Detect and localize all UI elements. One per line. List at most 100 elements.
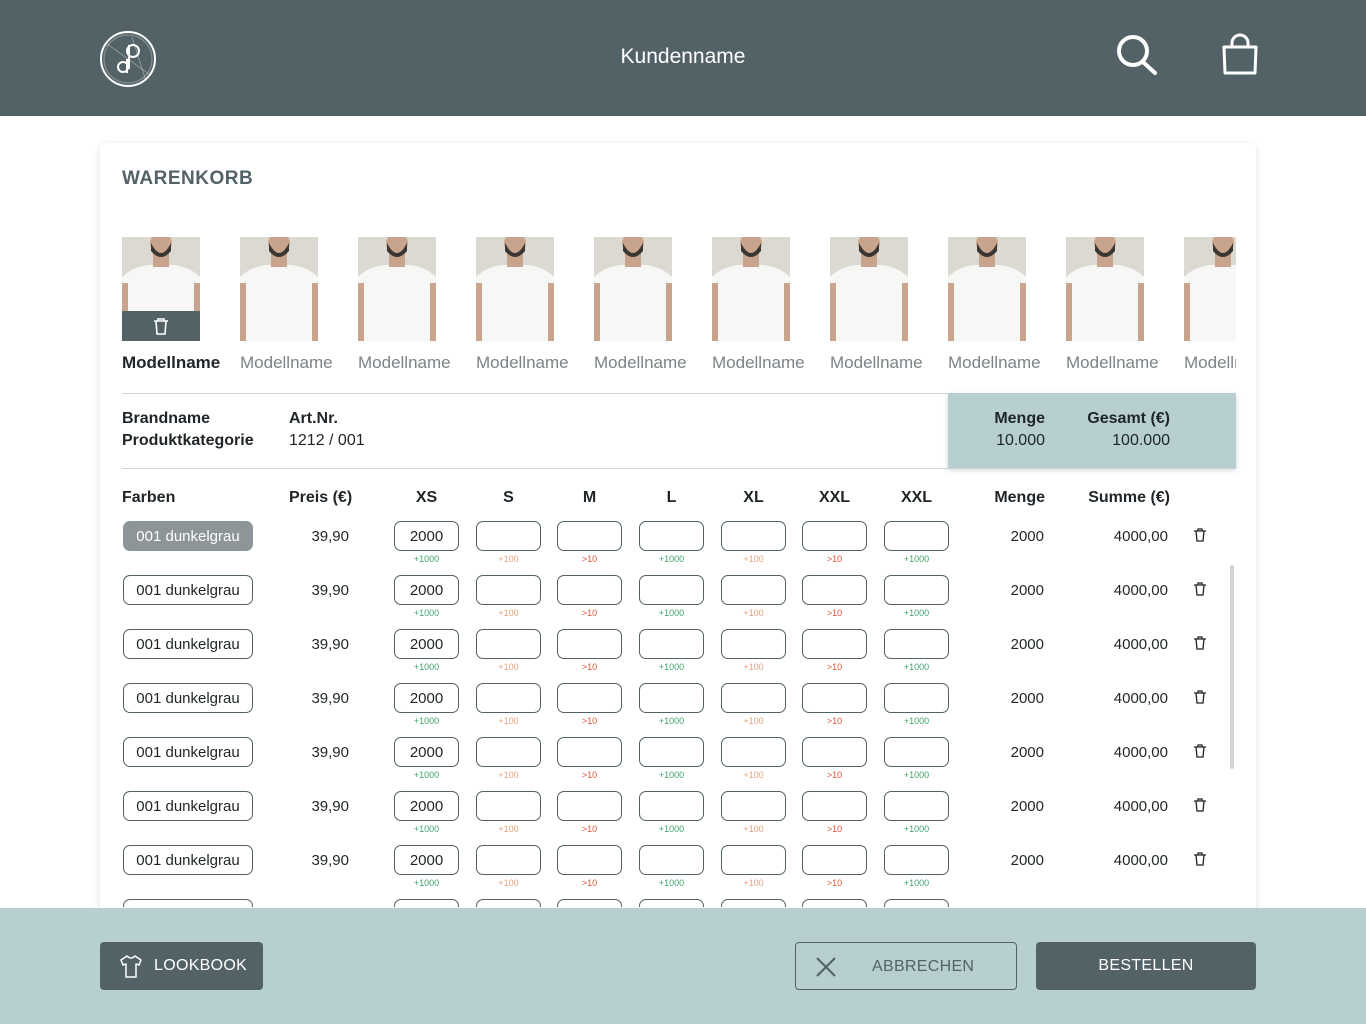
size-quantity-input[interactable] <box>639 845 704 875</box>
size-quantity-input[interactable]: 2000 <box>394 575 459 605</box>
trash-icon[interactable] <box>1193 797 1207 813</box>
size-quantity-input[interactable] <box>476 737 541 767</box>
size-quantity-input[interactable] <box>884 845 949 875</box>
product-name[interactable]: Modellname <box>830 353 936 373</box>
size-quantity-input[interactable] <box>476 791 541 821</box>
size-quantity-input[interactable] <box>884 683 949 713</box>
size-quantity-input[interactable] <box>802 737 867 767</box>
color-variant-button[interactable]: 001 dunkelgrau <box>123 737 253 767</box>
color-variant-button[interactable]: 001 dunkelgrau <box>123 791 253 821</box>
size-quantity-input[interactable] <box>802 575 867 605</box>
product-name[interactable]: Modellname <box>1184 353 1236 373</box>
size-quantity-input[interactable] <box>884 899 949 907</box>
product-thumbnail[interactable]: Modellname <box>1066 237 1172 373</box>
search-icon[interactable] <box>1115 33 1161 77</box>
product-name[interactable]: Modellname <box>122 353 228 373</box>
size-quantity-input[interactable] <box>721 521 786 551</box>
product-image[interactable] <box>1184 237 1236 341</box>
product-thumbnail[interactable]: Modellname <box>122 237 228 373</box>
product-image[interactable] <box>476 237 554 341</box>
size-quantity-input[interactable] <box>639 683 704 713</box>
size-quantity-input[interactable] <box>721 683 786 713</box>
size-quantity-input[interactable] <box>476 899 541 907</box>
shopping-bag-icon[interactable] <box>1220 33 1260 77</box>
trash-icon[interactable] <box>1193 581 1207 597</box>
size-quantity-input[interactable] <box>639 521 704 551</box>
size-quantity-input[interactable] <box>557 899 622 907</box>
size-quantity-input[interactable] <box>802 899 867 907</box>
product-name[interactable]: Modellname <box>594 353 700 373</box>
trash-icon[interactable] <box>1193 635 1207 651</box>
size-quantity-input[interactable] <box>557 845 622 875</box>
size-quantity-input[interactable] <box>884 575 949 605</box>
product-name[interactable]: Modellname <box>1066 353 1172 373</box>
size-quantity-input[interactable] <box>557 521 622 551</box>
size-quantity-input[interactable]: 2000 <box>394 737 459 767</box>
remove-product-button[interactable] <box>122 311 200 341</box>
size-quantity-input[interactable] <box>721 899 786 907</box>
product-thumbnail[interactable]: Modellname <box>712 237 818 373</box>
product-thumbnail[interactable]: Modellname <box>948 237 1054 373</box>
size-quantity-input[interactable] <box>721 791 786 821</box>
size-quantity-input[interactable] <box>721 737 786 767</box>
trash-icon[interactable] <box>1193 851 1207 867</box>
product-name[interactable]: Modellname <box>358 353 464 373</box>
size-quantity-input[interactable] <box>557 737 622 767</box>
product-name[interactable]: Modellname <box>712 353 818 373</box>
size-quantity-input[interactable] <box>884 737 949 767</box>
size-quantity-input[interactable] <box>557 575 622 605</box>
table-scrollbar[interactable] <box>1230 565 1234 769</box>
trash-icon[interactable] <box>1193 689 1207 705</box>
size-quantity-input[interactable] <box>394 899 459 907</box>
size-quantity-input[interactable] <box>802 791 867 821</box>
trash-icon[interactable] <box>1193 743 1207 759</box>
size-quantity-input[interactable] <box>639 575 704 605</box>
lookbook-button[interactable]: LOOKBOOK <box>100 942 263 990</box>
color-variant-button[interactable] <box>123 899 253 907</box>
size-quantity-input[interactable] <box>639 737 704 767</box>
size-quantity-input[interactable] <box>476 521 541 551</box>
product-thumbnail[interactable]: Modellname <box>1184 237 1236 373</box>
size-quantity-input[interactable] <box>557 629 622 659</box>
size-quantity-input[interactable]: 2000 <box>394 521 459 551</box>
product-image[interactable] <box>122 237 200 341</box>
product-name[interactable]: Modellname <box>948 353 1054 373</box>
color-variant-button[interactable]: 001 dunkelgrau <box>123 629 253 659</box>
product-image[interactable] <box>358 237 436 341</box>
size-quantity-input[interactable] <box>721 575 786 605</box>
trash-icon[interactable] <box>1193 527 1207 543</box>
color-variant-button[interactable]: 001 dunkelgrau <box>123 575 253 605</box>
product-image[interactable] <box>948 237 1026 341</box>
size-quantity-input[interactable] <box>884 629 949 659</box>
size-quantity-input[interactable] <box>476 683 541 713</box>
size-quantity-input[interactable]: 2000 <box>394 845 459 875</box>
product-name[interactable]: Modellname <box>240 353 346 373</box>
size-quantity-input[interactable]: 2000 <box>394 791 459 821</box>
color-variant-button[interactable]: 001 dunkelgrau <box>123 521 253 551</box>
product-carousel[interactable]: Modellname Modellname Modellname Modellname… <box>122 237 1236 377</box>
size-quantity-input[interactable] <box>884 791 949 821</box>
size-quantity-input[interactable] <box>476 629 541 659</box>
size-quantity-input[interactable] <box>639 791 704 821</box>
size-quantity-input[interactable] <box>721 845 786 875</box>
size-quantity-input[interactable] <box>639 899 704 907</box>
size-quantity-input[interactable] <box>557 683 622 713</box>
size-quantity-input[interactable]: 2000 <box>394 683 459 713</box>
size-quantity-input[interactable]: 2000 <box>394 629 459 659</box>
cancel-button[interactable]: ABBRECHEN <box>795 942 1017 990</box>
size-quantity-input[interactable] <box>639 629 704 659</box>
size-quantity-input[interactable] <box>557 791 622 821</box>
product-image[interactable] <box>830 237 908 341</box>
size-quantity-input[interactable] <box>476 845 541 875</box>
product-image[interactable] <box>594 237 672 341</box>
size-quantity-input[interactable] <box>721 629 786 659</box>
product-thumbnail[interactable]: Modellname <box>476 237 582 373</box>
product-thumbnail[interactable]: Modellname <box>594 237 700 373</box>
product-image[interactable] <box>1066 237 1144 341</box>
size-quantity-input[interactable] <box>802 845 867 875</box>
color-variant-button[interactable]: 001 dunkelgrau <box>123 845 253 875</box>
size-quantity-input[interactable] <box>802 683 867 713</box>
size-quantity-input[interactable] <box>802 521 867 551</box>
size-quantity-input[interactable] <box>802 629 867 659</box>
product-image[interactable] <box>240 237 318 341</box>
